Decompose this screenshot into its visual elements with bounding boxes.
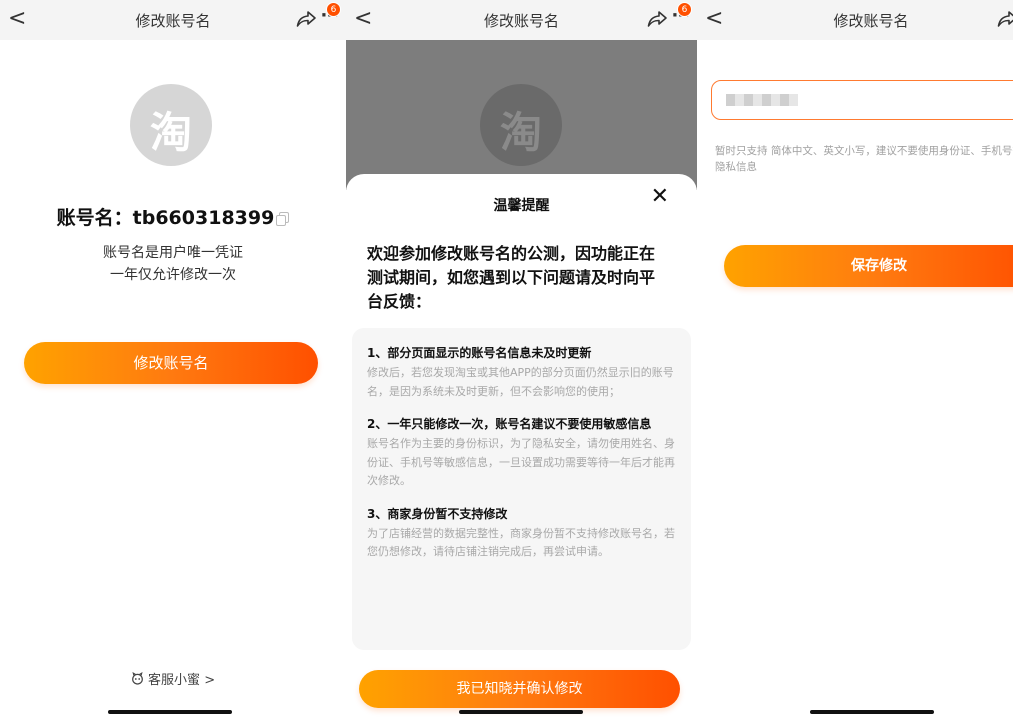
share-icon[interactable] bbox=[995, 7, 1013, 31]
share-icon[interactable] bbox=[294, 7, 318, 31]
desc-line-1: 账号名是用户唯一凭证 bbox=[103, 245, 243, 261]
account-name-text: 账号名：tb660318399 bbox=[56, 207, 275, 229]
taobao-logo: 淘 bbox=[480, 84, 562, 166]
blurred-input-value bbox=[726, 94, 798, 106]
account-screen: < 修改账号名 ··· 6 淘 账号名：tb660318399 账号名是用户唯一… bbox=[0, 0, 346, 722]
close-icon[interactable]: ✕ bbox=[651, 184, 669, 209]
share-icon[interactable] bbox=[645, 7, 669, 31]
page-title: 修改账号名 bbox=[833, 12, 909, 30]
notice-sheet: 温馨提醒 ✕ 欢迎参加修改账号名的公测，因功能正在测试期间，如您遇到以下问题请及… bbox=[346, 174, 697, 722]
nav-bar: < 修改账号名 bbox=[697, 0, 1013, 40]
notice-screen: < 修改账号名 ··· 6 淘 温馨提醒 ✕ 欢迎参加修改账号名的公测，因功能正… bbox=[346, 0, 697, 722]
account-name: 账号名：tb660318399 bbox=[0, 203, 346, 230]
notice-heading: 3、商家身份暂不支持修改 bbox=[367, 506, 508, 521]
service-label: 客服小蜜 bbox=[148, 673, 201, 688]
desc-line-2: 一年仅允许修改一次 bbox=[110, 267, 236, 283]
notice-list: 1、部分页面显示的账号名信息未及时更新 修改后，若您发现淘宝或其他APP的部分页… bbox=[352, 328, 691, 650]
list-item: 2、一年只能修改一次，账号名建议不要使用敏感信息 账号名作为主要的身份标识，为了… bbox=[367, 415, 677, 491]
account-name-input[interactable] bbox=[711, 80, 1013, 120]
copy-icon[interactable] bbox=[276, 212, 290, 226]
confirm-button[interactable]: 我已知晓并确认修改 bbox=[359, 670, 680, 708]
service-mascot-icon bbox=[131, 671, 143, 685]
home-indicator bbox=[810, 710, 934, 714]
modify-account-button[interactable]: 修改账号名 bbox=[24, 342, 318, 384]
sheet-intro: 欢迎参加修改账号名的公测，因功能正在测试期间，如您遇到以下问题请及时向平台反馈： bbox=[367, 244, 656, 311]
chevron-right-icon: > bbox=[204, 673, 216, 688]
notice-body: 账号名作为主要的身份标识，为了隐私安全，请勿使用姓名、身份证、手机号等敏感信息，… bbox=[367, 437, 675, 487]
logo-char: 淘 bbox=[499, 108, 542, 157]
edit-name-screen: < 修改账号名 暂时只支持 简体中文、英文小写，建议不要使用身份证、手机号等隐私… bbox=[697, 0, 1013, 722]
taobao-logo: 淘 bbox=[130, 84, 212, 166]
input-hint: 暂时只支持 简体中文、英文小写，建议不要使用身份证、手机号等隐私信息 bbox=[715, 145, 1013, 173]
notice-heading: 2、一年只能修改一次，账号名建议不要使用敏感信息 bbox=[367, 417, 652, 431]
notification-badge: 6 bbox=[326, 2, 341, 17]
nav-bar: < 修改账号名 ··· 6 bbox=[0, 0, 346, 40]
home-indicator bbox=[459, 710, 583, 714]
list-item: 3、商家身份暂不支持修改 为了店铺经营的数据完整性，商家身份暂不支持修改账号名，… bbox=[367, 505, 677, 562]
sheet-title: 温馨提醒 bbox=[493, 198, 550, 214]
home-indicator bbox=[108, 710, 232, 714]
notification-badge: 6 bbox=[677, 2, 692, 17]
list-item: 1、部分页面显示的账号名信息未及时更新 修改后，若您发现淘宝或其他APP的部分页… bbox=[367, 344, 677, 401]
notice-heading: 1、部分页面显示的账号名信息未及时更新 bbox=[367, 346, 592, 360]
notice-body: 为了店铺经营的数据完整性，商家身份暂不支持修改账号名，若您仍想修改，请待店铺注销… bbox=[367, 526, 675, 559]
notice-body: 修改后，若您发现淘宝或其他APP的部分页面仍然显示旧的账号名，是因为系统未及时更… bbox=[367, 366, 674, 398]
nav-bar: < 修改账号名 ··· 6 bbox=[346, 0, 697, 40]
logo-char: 淘 bbox=[149, 108, 192, 157]
customer-service-link[interactable]: 客服小蜜 > bbox=[0, 669, 346, 688]
save-button[interactable]: 保存修改 bbox=[724, 245, 1013, 287]
